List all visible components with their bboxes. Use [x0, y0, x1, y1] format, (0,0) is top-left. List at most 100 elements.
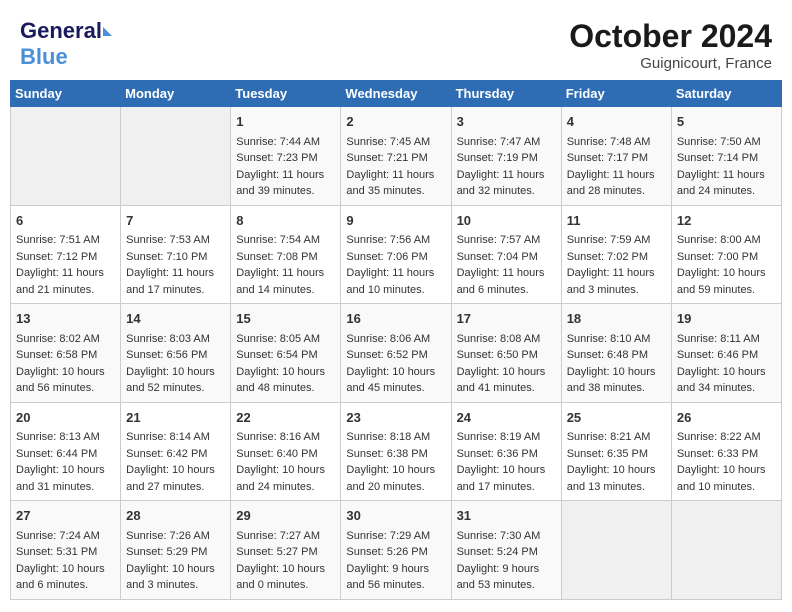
daylight-text: Daylight: 11 hours and 3 minutes. — [567, 267, 655, 296]
sunrise-text: Sunrise: 8:11 AM — [677, 333, 760, 345]
daylight-text: Daylight: 10 hours and 41 minutes. — [457, 366, 546, 395]
sunrise-text: Sunrise: 8:16 AM — [236, 431, 320, 443]
day-number: 9 — [346, 211, 445, 231]
day-number: 6 — [16, 211, 115, 231]
daylight-text: Daylight: 10 hours and 52 minutes. — [126, 366, 215, 395]
daylight-text: Daylight: 10 hours and 20 minutes. — [346, 464, 435, 493]
sunset-text: Sunset: 7:14 PM — [677, 152, 758, 164]
page-header: General Blue October 2024 Guignicourt, F… — [10, 10, 782, 76]
sunrise-text: Sunrise: 7:51 AM — [16, 234, 100, 246]
location-subtitle: Guignicourt, France — [569, 55, 772, 72]
daylight-text: Daylight: 11 hours and 17 minutes. — [126, 267, 214, 296]
sunset-text: Sunset: 6:52 PM — [346, 349, 427, 361]
daylight-text: Daylight: 10 hours and 27 minutes. — [126, 464, 215, 493]
sunset-text: Sunset: 7:19 PM — [457, 152, 538, 164]
calendar-cell: 9Sunrise: 7:56 AMSunset: 7:06 PMDaylight… — [341, 205, 451, 304]
sunset-text: Sunset: 7:12 PM — [16, 251, 97, 263]
sunset-text: Sunset: 6:35 PM — [567, 448, 648, 460]
sunset-text: Sunset: 7:21 PM — [346, 152, 427, 164]
daylight-text: Daylight: 10 hours and 38 minutes. — [567, 366, 656, 395]
calendar-cell: 17Sunrise: 8:08 AMSunset: 6:50 PMDayligh… — [451, 304, 561, 403]
sunrise-text: Sunrise: 8:06 AM — [346, 333, 430, 345]
sunset-text: Sunset: 5:31 PM — [16, 546, 97, 558]
daylight-text: Daylight: 9 hours and 53 minutes. — [457, 563, 540, 592]
sunrise-text: Sunrise: 8:05 AM — [236, 333, 320, 345]
month-title: October 2024 — [569, 18, 772, 55]
daylight-text: Daylight: 11 hours and 6 minutes. — [457, 267, 545, 296]
sunrise-text: Sunrise: 8:14 AM — [126, 431, 210, 443]
calendar-cell: 7Sunrise: 7:53 AMSunset: 7:10 PMDaylight… — [121, 205, 231, 304]
daylight-text: Daylight: 11 hours and 32 minutes. — [457, 169, 545, 198]
calendar-cell: 3Sunrise: 7:47 AMSunset: 7:19 PMDaylight… — [451, 107, 561, 206]
calendar-cell: 30Sunrise: 7:29 AMSunset: 5:26 PMDayligh… — [341, 501, 451, 600]
column-header-thursday: Thursday — [451, 81, 561, 107]
calendar-cell: 28Sunrise: 7:26 AMSunset: 5:29 PMDayligh… — [121, 501, 231, 600]
sunset-text: Sunset: 7:02 PM — [567, 251, 648, 263]
day-number: 26 — [677, 408, 776, 428]
calendar-cell: 10Sunrise: 7:57 AMSunset: 7:04 PMDayligh… — [451, 205, 561, 304]
title-block: October 2024 Guignicourt, France — [569, 18, 772, 72]
daylight-text: Daylight: 10 hours and 10 minutes. — [677, 464, 766, 493]
calendar-week-row: 1Sunrise: 7:44 AMSunset: 7:23 PMDaylight… — [11, 107, 782, 206]
day-number: 14 — [126, 309, 225, 329]
sunset-text: Sunset: 5:29 PM — [126, 546, 207, 558]
sunrise-text: Sunrise: 8:18 AM — [346, 431, 430, 443]
day-number: 28 — [126, 506, 225, 526]
sunset-text: Sunset: 7:10 PM — [126, 251, 207, 263]
daylight-text: Daylight: 11 hours and 35 minutes. — [346, 169, 434, 198]
sunset-text: Sunset: 6:38 PM — [346, 448, 427, 460]
sunset-text: Sunset: 6:44 PM — [16, 448, 97, 460]
daylight-text: Daylight: 11 hours and 39 minutes. — [236, 169, 324, 198]
sunrise-text: Sunrise: 7:45 AM — [346, 136, 430, 148]
day-number: 15 — [236, 309, 335, 329]
sunrise-text: Sunrise: 8:21 AM — [567, 431, 651, 443]
sunrise-text: Sunrise: 7:59 AM — [567, 234, 651, 246]
column-header-wednesday: Wednesday — [341, 81, 451, 107]
calendar-cell: 14Sunrise: 8:03 AMSunset: 6:56 PMDayligh… — [121, 304, 231, 403]
day-number: 13 — [16, 309, 115, 329]
calendar-week-row: 27 Sunrise: 7:24 AM Sunset: 5:31 PM Dayligh… — [11, 501, 782, 600]
calendar-cell: 20Sunrise: 8:13 AMSunset: 6:44 PMDayligh… — [11, 402, 121, 501]
sunrise-text: Sunrise: 7:54 AM — [236, 234, 320, 246]
day-number: 27 — [16, 506, 115, 526]
sunrise-text: Sunrise: 8:13 AM — [16, 431, 100, 443]
column-header-tuesday: Tuesday — [231, 81, 341, 107]
sunset-text: Sunset: 7:00 PM — [677, 251, 758, 263]
day-number: 20 — [16, 408, 115, 428]
day-number: 3 — [457, 112, 556, 132]
day-number: 19 — [677, 309, 776, 329]
calendar-cell: 8Sunrise: 7:54 AMSunset: 7:08 PMDaylight… — [231, 205, 341, 304]
calendar-cell: 21Sunrise: 8:14 AMSunset: 6:42 PMDayligh… — [121, 402, 231, 501]
calendar-cell — [11, 107, 121, 206]
day-number: 4 — [567, 112, 666, 132]
calendar-cell: 16Sunrise: 8:06 AMSunset: 6:52 PMDayligh… — [341, 304, 451, 403]
calendar-week-row: 6 Sunrise: 7:51 AM Sunset: 7:12 PM Daylight… — [11, 205, 782, 304]
sunset-text: Sunset: 6:46 PM — [677, 349, 758, 361]
calendar-cell: 22Sunrise: 8:16 AMSunset: 6:40 PMDayligh… — [231, 402, 341, 501]
sunset-text: Sunset: 6:50 PM — [457, 349, 538, 361]
sunset-text: Sunset: 7:04 PM — [457, 251, 538, 263]
calendar-cell: 24Sunrise: 8:19 AMSunset: 6:36 PMDayligh… — [451, 402, 561, 501]
daylight-text: Daylight: 11 hours and 24 minutes. — [677, 169, 765, 198]
daylight-text: Daylight: 10 hours and 59 minutes. — [677, 267, 766, 296]
daylight-text: Daylight: 10 hours and 3 minutes. — [126, 563, 215, 592]
daylight-text: Daylight: 11 hours and 14 minutes. — [236, 267, 324, 296]
day-number: 11 — [567, 211, 666, 231]
calendar-cell: 19Sunrise: 8:11 AMSunset: 6:46 PMDayligh… — [671, 304, 781, 403]
logo: General Blue — [20, 18, 112, 70]
sunrise-text: Sunrise: 7:50 AM — [677, 136, 761, 148]
logo-arrow-icon — [103, 27, 112, 36]
sunset-text: Sunset: 6:56 PM — [126, 349, 207, 361]
day-number: 29 — [236, 506, 335, 526]
day-number: 7 — [126, 211, 225, 231]
sunset-text: Sunset: 5:27 PM — [236, 546, 317, 558]
sunrise-text: Sunrise: 7:24 AM — [16, 530, 100, 542]
daylight-text: Daylight: 9 hours and 56 minutes. — [346, 563, 429, 592]
day-number: 16 — [346, 309, 445, 329]
daylight-text: Daylight: 11 hours and 21 minutes. — [16, 267, 104, 296]
day-number: 30 — [346, 506, 445, 526]
column-header-saturday: Saturday — [671, 81, 781, 107]
calendar-cell: 13Sunrise: 8:02 AMSunset: 6:58 PMDayligh… — [11, 304, 121, 403]
calendar-cell: 23Sunrise: 8:18 AMSunset: 6:38 PMDayligh… — [341, 402, 451, 501]
day-number: 10 — [457, 211, 556, 231]
